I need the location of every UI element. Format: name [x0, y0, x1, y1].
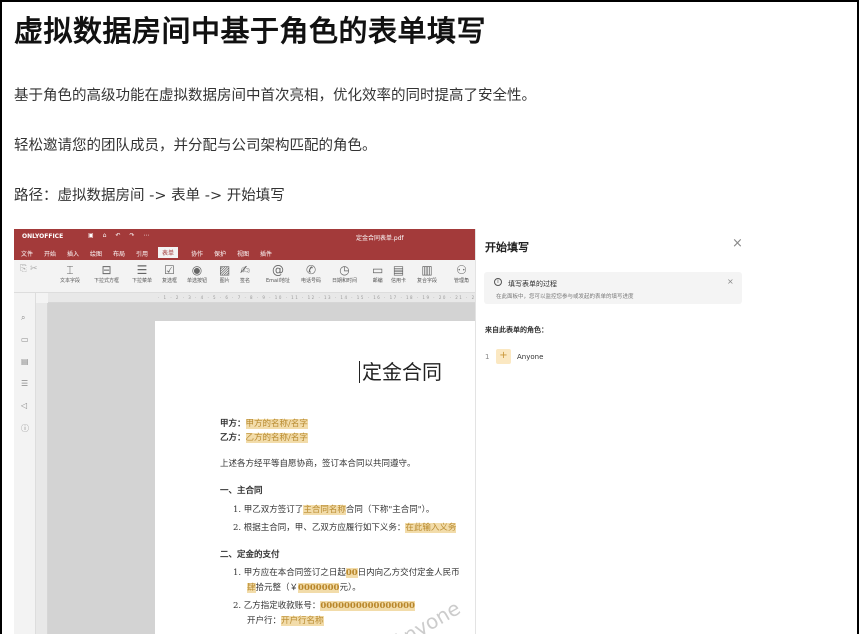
- copy-icon[interactable]: ⎘ ✂: [20, 264, 38, 274]
- ribbon-phone[interactable]: ✆ 电话号码: [301, 263, 321, 284]
- menu-insert[interactable]: 插入: [67, 249, 79, 258]
- menu-collaborate[interactable]: 协作: [191, 249, 203, 258]
- horizontal-ruler: · 1 · 2 · 3 · 4 · 5 · 6 · 7 · 8 · 9 · 10…: [48, 293, 475, 303]
- ribbon-email[interactable]: @ Email地址: [266, 263, 290, 284]
- menu-view[interactable]: 视图: [237, 249, 249, 258]
- info-close-icon[interactable]: ×: [727, 277, 734, 286]
- role-name[interactable]: Anyone: [517, 353, 543, 361]
- info-description: 在此面板中，您可以监控您参与或发起的表单的填写进度: [496, 294, 634, 300]
- menu-protect[interactable]: 保护: [214, 249, 226, 258]
- panel-title: 开始填写: [485, 241, 529, 254]
- search-icon[interactable]: ⌕: [21, 313, 25, 323]
- text-field-icon: ⌶: [66, 263, 74, 277]
- start-filling-panel: 开始填写 × i 填写表单的过程 在此面板中，您可以监控您参与或发起的表单的填写…: [475, 229, 750, 634]
- section-2-item-1: 1. 甲方应在本合同签订之日起00日内向乙方交付定金人民币: [233, 568, 460, 578]
- intro-line: 上述各方经平等自愿协商，签订本合同以共同遵守。: [220, 459, 416, 469]
- chat-icon[interactable]: ▤: [21, 357, 29, 366]
- main-contract-field[interactable]: 主合同名称: [303, 505, 346, 515]
- section-2-heading: 二、定金的支付: [220, 550, 280, 560]
- ribbon-credit-card[interactable]: ▤ 信用卡: [391, 263, 406, 284]
- complex-field-icon: ▥: [421, 263, 433, 277]
- menu-forms[interactable]: 表单: [158, 247, 179, 258]
- speaker-icon[interactable]: ◁: [21, 401, 27, 410]
- datetime-icon: ◷: [339, 263, 350, 277]
- menu-layout[interactable]: 布局: [113, 249, 125, 258]
- obligation-field[interactable]: 在此输入义务: [405, 523, 457, 533]
- email-icon: @: [271, 263, 284, 277]
- role-add-icon[interactable]: +: [496, 349, 511, 364]
- menu-draw[interactable]: 绘图: [90, 249, 102, 258]
- ribbon-complex-field[interactable]: ▥ 复合字段: [417, 263, 437, 284]
- roles-label: 来自此表单的角色：: [485, 326, 548, 334]
- vertical-ruler: [36, 303, 48, 634]
- dropdown-icon: ☰: [136, 263, 148, 277]
- ribbon-manage-roles[interactable]: ⚇ 管理角: [454, 263, 469, 284]
- amount-words-field[interactable]: 肆: [247, 583, 256, 593]
- section-1-item-1: 1. 甲乙双方签订了主合同名称合同（下称"主合同"）。: [233, 505, 435, 515]
- zip-icon: ▭: [372, 263, 384, 277]
- editor-screenshot: ONLYOFFICE ▣⌂↶↷⋯ 定金合同表单.pdf 文件 开始 插入 绘图 …: [14, 229, 750, 634]
- forms-ribbon: ⎘ ✂ ⌶ 文本字段 ⊟ 下拉式方框 ☰ 下拉菜单 ☑ 复选框 ◉ 单选按钮 ▨ 图片 ✍ 签…: [14, 260, 475, 293]
- menu-plugins[interactable]: 插件: [260, 249, 272, 258]
- close-icon[interactable]: ×: [732, 236, 743, 251]
- left-sidebar: ⌕ ▭ ▤ ☰ ◁ ⓘ: [14, 293, 36, 634]
- comments-icon[interactable]: ▭: [21, 335, 29, 344]
- party-a-line: 甲方：甲方的名称/名字: [220, 419, 308, 429]
- ribbon-signature[interactable]: ✍ 签名: [240, 263, 250, 284]
- days-field[interactable]: 00: [345, 568, 358, 578]
- party-a-field[interactable]: 甲方的名称/名字: [245, 419, 308, 429]
- title-bar: ONLYOFFICE ▣⌂↶↷⋯ 定金合同表单.pdf: [14, 229, 475, 245]
- menu-home[interactable]: 开始: [44, 249, 56, 258]
- credit-card-icon: ▤: [392, 263, 405, 277]
- ribbon-text-field[interactable]: ⌶ 文本字段: [60, 263, 80, 284]
- document-name: 定金合同表单.pdf: [356, 235, 404, 242]
- info-circle-icon: i: [494, 278, 502, 286]
- role-index: 1: [485, 353, 490, 361]
- manage-roles-icon: ⚇: [456, 263, 467, 277]
- section-1-item-2: 2. 根据主合同，甲、乙双方应履行如下义务：在此输入义务: [233, 523, 457, 533]
- menu-references[interactable]: 引用: [136, 249, 148, 258]
- checkbox-icon: ☑: [164, 263, 175, 277]
- article-paragraph-path: 路径：虚拟数据房间 -> 表单 -> 开始填写: [14, 188, 285, 204]
- menu-file[interactable]: 文件: [21, 249, 33, 258]
- party-b-line: 乙方：乙方的名称/名字: [220, 433, 308, 443]
- account-field[interactable]: 0000000000000000: [320, 601, 415, 611]
- section-2-item-2: 2. 乙方指定收款账号：0000000000000000: [233, 601, 415, 611]
- combo-box-icon: ⊟: [101, 263, 112, 277]
- signature-icon: ✍: [240, 263, 251, 277]
- party-b-field[interactable]: 乙方的名称/名字: [245, 433, 308, 443]
- article-paragraph-invite: 轻松邀请您的团队成员，并分配与公司架构匹配的角色。: [14, 138, 377, 154]
- phone-icon: ✆: [305, 263, 317, 277]
- bank-field[interactable]: 开户行名称: [281, 616, 324, 626]
- app-logo: ONLYOFFICE: [22, 233, 64, 240]
- info-icon[interactable]: ⓘ: [21, 423, 29, 434]
- image-icon: ▨: [219, 263, 231, 277]
- info-title: 填写表单的过程: [508, 280, 557, 288]
- section-1-heading: 一、主合同: [220, 486, 263, 496]
- section-2-item-1-amount: 肆拾元整（￥0000000元）。: [247, 583, 361, 593]
- ribbon-datetime[interactable]: ◷ 日期和时间: [332, 263, 357, 284]
- bank-line: 开户行：开户行名称: [247, 616, 324, 626]
- menu-bar: 文件 开始 插入 绘图 布局 引用 表单 协作 保护 视图 插件: [14, 245, 475, 260]
- info-box: i 填写表单的过程 在此面板中，您可以监控您参与或发起的表单的填写进度 ×: [484, 272, 742, 304]
- ribbon-image[interactable]: ▨ 图片: [219, 263, 230, 284]
- article-paragraph-intro: 基于角色的高级功能在虚拟数据房间中首次亮相，优化效率的同时提高了安全性。: [14, 88, 536, 104]
- ribbon-zip[interactable]: ▭ 邮编: [372, 263, 383, 284]
- radio-icon: ◉: [191, 263, 203, 277]
- ribbon-checkbox[interactable]: ☑ 复选框: [162, 263, 177, 284]
- navigation-icon[interactable]: ☰: [21, 379, 28, 388]
- ribbon-radio[interactable]: ◉ 单选按钮: [187, 263, 207, 284]
- ribbon-combo-box[interactable]: ⊟ 下拉式方框: [94, 263, 119, 284]
- document-page[interactable]: 定金合同 甲方：甲方的名称/名字 乙方：乙方的名称/名字 上述各方经平等自愿协商…: [155, 321, 475, 634]
- quick-access-icons: ▣⌂↶↷⋯: [88, 232, 159, 239]
- ribbon-dropdown[interactable]: ☰ 下拉菜单: [132, 263, 152, 284]
- article-title: 虚拟数据房间中基于角色的表单填写: [14, 14, 487, 48]
- document-title: 定金合同: [359, 361, 442, 383]
- document-canvas: 定金合同 甲方：甲方的名称/名字 乙方：乙方的名称/名字 上述各方经平等自愿协商…: [48, 303, 475, 634]
- amount-field[interactable]: 0000000: [298, 583, 340, 593]
